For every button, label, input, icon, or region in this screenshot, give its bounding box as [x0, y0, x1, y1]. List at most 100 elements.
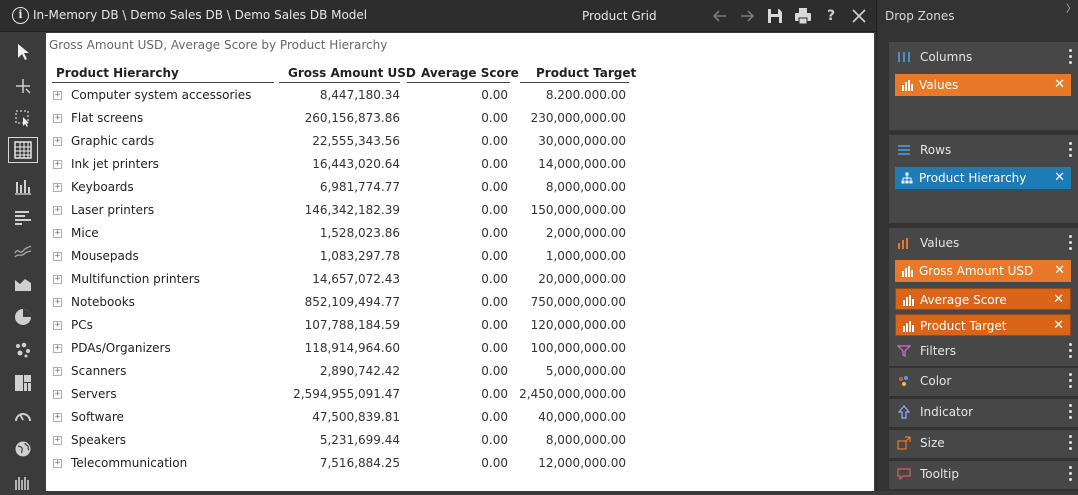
grid-icon[interactable]	[8, 137, 38, 163]
gauge-icon[interactable]	[8, 403, 38, 429]
values-zone[interactable]: Values Gross Amount USD ✕ Average Score …	[889, 228, 1078, 338]
rows-zone-label: Rows	[920, 143, 952, 157]
table-row[interactable]: + Servers 2,594,955,091.47 0.00 2,450,000,00…	[46, 384, 646, 407]
expand-icon[interactable]: +	[53, 91, 62, 100]
columns-values-pill[interactable]: Values ✕	[895, 74, 1071, 96]
values-zone-header: Values	[889, 228, 1078, 258]
indicator-zone[interactable]: Indicator	[889, 399, 1078, 427]
column-header-average-score[interactable]: Average Score	[421, 66, 519, 80]
table-row[interactable]: + PDAs/Organizers 118,914,964.60 0.00 100,00…	[46, 338, 646, 361]
expand-icon[interactable]: +	[53, 436, 62, 445]
print-icon[interactable]	[793, 6, 813, 26]
back-arrow-icon[interactable]	[710, 6, 730, 26]
table-row[interactable]: + Multifunction printers 14,657,072.43 0.00…	[46, 269, 646, 292]
table-row[interactable]: + Mice 1,528,023.86 0.00 2,000,000.00	[46, 223, 646, 246]
bar-chart-icon[interactable]	[8, 205, 38, 231]
columns-menu-icon[interactable]	[1069, 49, 1073, 65]
expand-icon[interactable]: +	[53, 321, 62, 330]
values-average-score-pill[interactable]: Average Score ✕	[895, 288, 1071, 310]
filters-menu-icon[interactable]	[1069, 343, 1073, 359]
remove-icon[interactable]: ✕	[1054, 77, 1065, 92]
close-icon[interactable]	[849, 6, 869, 26]
scatter-icon[interactable]	[8, 337, 38, 363]
remove-icon[interactable]: ✕	[1053, 292, 1064, 307]
remove-icon[interactable]: ✕	[1053, 318, 1064, 333]
table-row[interactable]: + Keyboards 6,981,774.77 0.00 8,000,000.00	[46, 177, 646, 200]
rows-menu-icon[interactable]	[1069, 142, 1073, 158]
table-row[interactable]: + Telecommunication 7,516,884.25 0.00 12,000…	[46, 453, 646, 476]
rows-zone[interactable]: Rows Product Hierarchy ✕	[889, 135, 1078, 223]
expand-icon[interactable]: +	[53, 137, 62, 146]
crosshair-icon[interactable]	[8, 73, 38, 99]
collapse-icon[interactable]: 〉	[1066, 0, 1076, 15]
expand-icon[interactable]: +	[53, 206, 62, 215]
table-row[interactable]: + PCs 107,788,184.59 0.00 120,000,000.00	[46, 315, 646, 338]
table-row[interactable]: + Notebooks 852,109,494.77 0.00 750,000,000.…	[46, 292, 646, 315]
size-icon	[897, 436, 911, 450]
globe-icon[interactable]	[8, 436, 38, 462]
table-row[interactable]: + Speakers 5,231,699.44 0.00 8,000,000.00	[46, 430, 646, 453]
remove-icon[interactable]: ✕	[1054, 170, 1065, 185]
columns-zone-header: Columns	[889, 42, 1078, 72]
expand-icon[interactable]: +	[53, 413, 62, 422]
expand-icon[interactable]: +	[53, 275, 62, 284]
sunburst-icon[interactable]	[8, 469, 38, 495]
select-arrow-icon[interactable]	[8, 39, 38, 65]
table-row[interactable]: + Software 47,500,839.81 0.00 40,000,000.00	[46, 407, 646, 430]
table-row[interactable]: + Scanners 2,890,742.42 0.00 5,000,000.00	[46, 361, 646, 384]
area-chart-icon[interactable]	[8, 271, 38, 297]
expand-icon[interactable]: +	[53, 252, 62, 261]
expand-icon[interactable]: +	[53, 344, 62, 353]
expand-icon[interactable]: +	[53, 229, 62, 238]
values-icon	[897, 236, 911, 250]
indicator-menu-icon[interactable]	[1069, 404, 1073, 420]
average-score-cell: 0.00	[481, 341, 508, 355]
table-row[interactable]: + Ink jet printers 16,443,020.64 0.00 14,000…	[46, 154, 646, 177]
expand-icon[interactable]: +	[53, 183, 62, 192]
column-header-product-hierarchy[interactable]: Product Hierarchy	[56, 66, 179, 80]
table-row[interactable]: + Graphic cards 22,555,343.56 0.00 30,000,00…	[46, 131, 646, 154]
table-row[interactable]: + Laser printers 146,342,182.39 0.00 150,000…	[46, 200, 646, 223]
product-target-cell: 14,000,000.00	[538, 157, 626, 171]
row-label: Graphic cards	[71, 134, 155, 148]
selection-box-icon[interactable]	[8, 105, 38, 131]
pill-label: Average Score	[920, 293, 1007, 307]
values-gross-amount-pill[interactable]: Gross Amount USD ✕	[895, 260, 1071, 282]
treemap-icon[interactable]	[8, 370, 38, 396]
column-header-gross-amount[interactable]: Gross Amount USD	[288, 66, 416, 80]
save-icon[interactable]	[765, 6, 785, 26]
table-row[interactable]: + Computer system accessories 8,447,180.34…	[46, 85, 646, 108]
values-menu-icon[interactable]	[1069, 235, 1073, 251]
column-chart-icon[interactable]	[8, 173, 38, 199]
color-zone[interactable]: Color	[889, 368, 1078, 396]
filters-zone[interactable]: Filters	[889, 338, 1078, 366]
column-header-product-target[interactable]: Product Target	[536, 66, 636, 80]
color-menu-icon[interactable]	[1069, 373, 1073, 389]
expand-icon[interactable]: +	[53, 390, 62, 399]
average-score-cell: 0.00	[481, 456, 508, 470]
tooltip-menu-icon[interactable]	[1069, 466, 1073, 482]
header-divider	[52, 82, 274, 83]
line-chart-icon[interactable]	[8, 238, 38, 264]
remove-icon[interactable]: ✕	[1054, 263, 1065, 278]
expand-icon[interactable]: +	[53, 114, 62, 123]
size-menu-icon[interactable]	[1069, 435, 1073, 451]
expand-icon[interactable]: +	[53, 160, 62, 169]
pie-chart-icon[interactable]	[8, 304, 38, 330]
expand-icon[interactable]: +	[53, 459, 62, 468]
rows-product-hierarchy-pill[interactable]: Product Hierarchy ✕	[895, 167, 1071, 189]
columns-icon	[897, 50, 911, 64]
tooltip-icon	[897, 467, 911, 481]
expand-icon[interactable]: +	[53, 298, 62, 307]
values-product-target-pill[interactable]: Product Target ✕	[895, 314, 1071, 336]
tooltip-zone[interactable]: Tooltip	[889, 461, 1078, 489]
table-row[interactable]: + Flat screens 260,156,873.86 0.00 230,000,0…	[46, 108, 646, 131]
table-row[interactable]: + Mousepads 1,083,297.78 0.00 1,000,000.00	[46, 246, 646, 269]
size-zone[interactable]: Size	[889, 430, 1078, 458]
gross-amount-cell: 6,981,774.77	[319, 180, 400, 194]
info-icon[interactable]: i	[12, 7, 29, 24]
expand-icon[interactable]: +	[53, 367, 62, 376]
help-icon[interactable]: ?	[821, 6, 841, 26]
forward-arrow-icon[interactable]	[737, 6, 757, 26]
columns-zone[interactable]: Columns Values ✕	[889, 42, 1078, 130]
